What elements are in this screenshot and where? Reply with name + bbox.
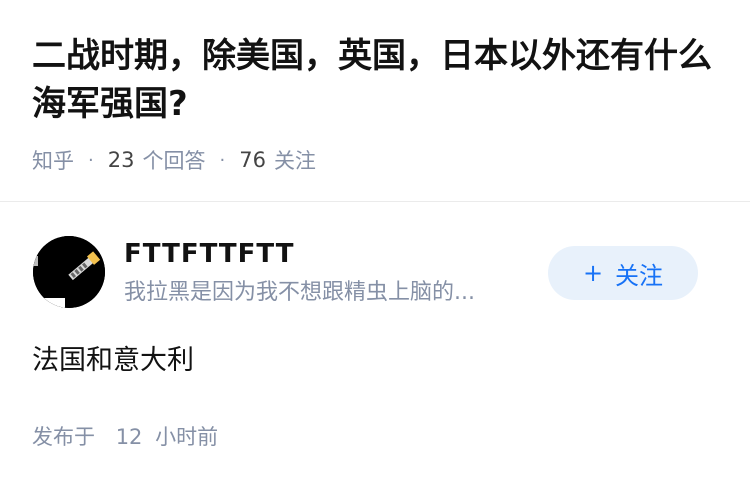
answer-content[interactable]: 法国和意大利 <box>32 343 194 379</box>
follow-count: 76 <box>239 148 266 172</box>
question-title[interactable]: 二战时期，除美国，英国，日本以外还有什么海军强国? <box>32 32 722 128</box>
published-value: 12 <box>115 425 143 449</box>
author-name[interactable]: FTTFTTFTT <box>124 236 294 272</box>
answer-count: 23 <box>107 148 135 172</box>
answer-timestamp: 发布于 12 小时前 <box>32 422 218 452</box>
follow-count-label: 关注 <box>273 149 316 173</box>
author-bio: 我拉黑是因为我不想跟精虫上脑的... <box>124 280 475 305</box>
published-unit: 小时前 <box>155 425 219 449</box>
follow-button-label: 关注 <box>615 261 664 290</box>
follow-button[interactable]: + 关注 <box>548 246 698 300</box>
source-label: 知乎 <box>32 149 74 173</box>
question-meta: 知乎 · 23 个回答 · 76 关注 <box>32 144 316 176</box>
avatar-image <box>33 236 105 308</box>
avatar[interactable] <box>33 236 105 308</box>
separator-dot: · <box>88 149 94 171</box>
separator-dot: · <box>219 149 226 171</box>
plus-icon: + <box>582 259 604 287</box>
question-header: 二战时期，除美国，英国，日本以外还有什么海军强国? 知乎 · 23 个回答 · … <box>0 0 750 202</box>
published-prefix: 发布于 <box>32 425 95 449</box>
answer-count-label: 个回答 <box>142 149 206 173</box>
page: 二战时期，除美国，英国，日本以外还有什么海军强国? 知乎 · 23 个回答 · … <box>0 0 750 490</box>
